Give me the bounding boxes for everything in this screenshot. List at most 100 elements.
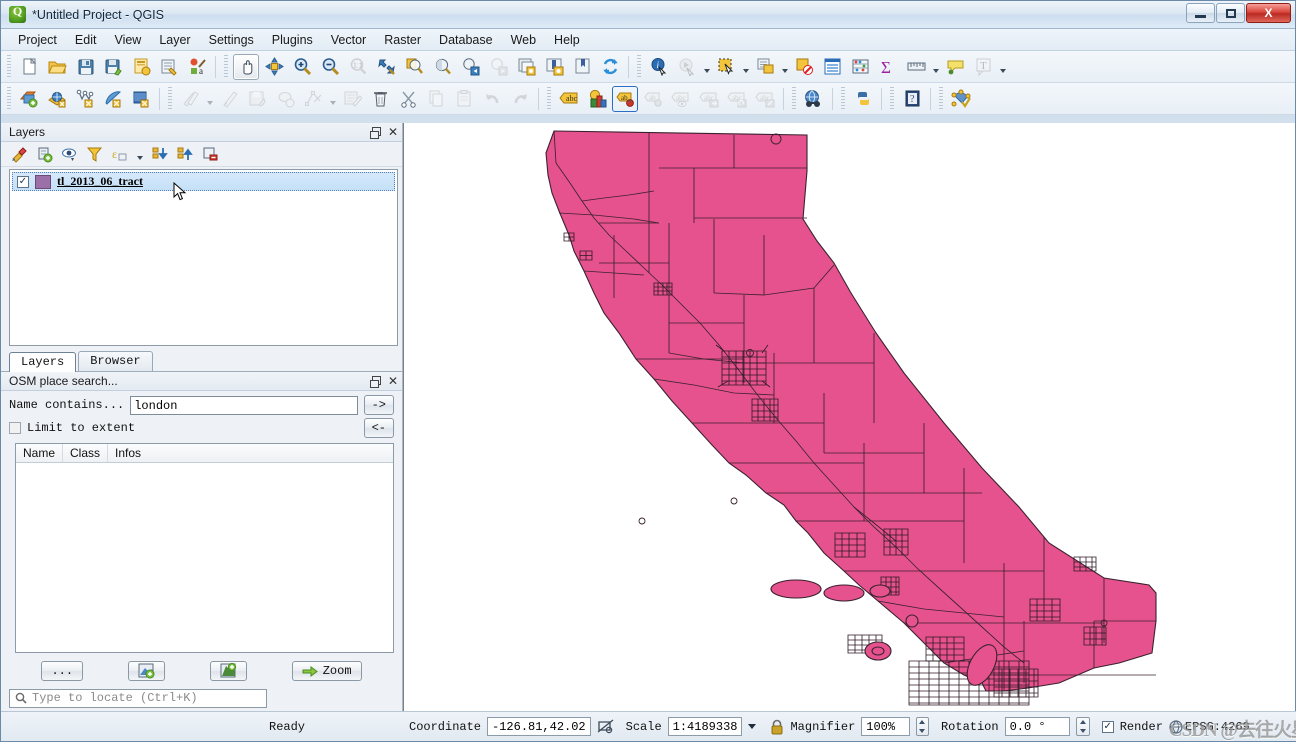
add-vector-layer-icon[interactable]: [16, 86, 42, 112]
delete-selected-icon[interactable]: [367, 86, 393, 112]
map-canvas[interactable]: [403, 123, 1295, 711]
toolbar2-grip[interactable]: [6, 86, 12, 111]
maximize-button[interactable]: [1216, 3, 1245, 23]
undo-icon[interactable]: [479, 86, 505, 112]
add-to-map-button[interactable]: [209, 661, 247, 681]
run-feature-action-icon[interactable]: [674, 54, 700, 80]
measure-dropdown-icon[interactable]: [930, 54, 941, 80]
deselect-features-icon[interactable]: [791, 54, 817, 80]
expand-all-icon[interactable]: [150, 144, 170, 164]
new-3d-map-view-icon[interactable]: [541, 54, 567, 80]
toolbar2-grip-3[interactable]: [546, 86, 552, 111]
label-layer-icon[interactable]: abc: [556, 86, 582, 112]
menu-edit[interactable]: Edit: [66, 31, 106, 49]
open-layer-styling-panel-icon[interactable]: [9, 144, 29, 164]
coordinate-field[interactable]: -126.81,42.02: [487, 717, 591, 736]
menu-view[interactable]: View: [105, 31, 150, 49]
toolbar2-grip-7[interactable]: [938, 86, 944, 111]
layer-visibility-checkbox[interactable]: [17, 175, 29, 188]
tab-browser[interactable]: Browser: [78, 351, 153, 371]
map-tips-icon[interactable]: [942, 54, 968, 80]
select-features-icon[interactable]: [713, 54, 739, 80]
zoom-full-icon[interactable]: [373, 54, 399, 80]
new-map-view-icon[interactable]: [513, 54, 539, 80]
zoom-out-icon[interactable]: [317, 54, 343, 80]
layer-tree-item[interactable]: tl_2013_06_tract: [12, 172, 395, 201]
move-label-icon[interactable]: abc: [696, 86, 722, 112]
collapse-all-icon[interactable]: [175, 144, 195, 164]
vertex-tool-icon[interactable]: [300, 86, 326, 112]
menu-project[interactable]: Project: [9, 31, 66, 49]
zoom-in-icon[interactable]: [289, 54, 315, 80]
column-header-class[interactable]: Class: [63, 444, 109, 462]
modify-attributes-icon[interactable]: [339, 86, 365, 112]
select-by-value-dropdown-icon[interactable]: [779, 54, 790, 80]
add-feature-icon[interactable]: [272, 86, 298, 112]
remove-layer-icon[interactable]: [200, 144, 220, 164]
add-group-icon[interactable]: [34, 144, 54, 164]
new-text-annotation-icon[interactable]: T: [970, 54, 996, 80]
osm-search-input[interactable]: london: [130, 395, 358, 415]
filter-legend-dropdown-icon[interactable]: [134, 141, 145, 167]
toggle-editing-icon[interactable]: [216, 86, 242, 112]
refresh-icon[interactable]: [597, 54, 623, 80]
zoom-next-icon[interactable]: [485, 54, 511, 80]
menu-database[interactable]: Database: [430, 31, 502, 49]
run-feature-action-dropdown-icon[interactable]: [701, 54, 712, 80]
layout-manager-icon[interactable]: [156, 54, 182, 80]
toolbar-grip-3[interactable]: [636, 54, 642, 79]
osm-close-panel-icon[interactable]: ✕: [388, 373, 398, 389]
new-print-layout-icon[interactable]: [128, 54, 154, 80]
save-layer-edits-icon[interactable]: [244, 86, 270, 112]
cut-features-icon[interactable]: [395, 86, 421, 112]
add-delimited-text-layer-icon[interactable]: [72, 86, 98, 112]
zoom-native-icon[interactable]: 1:1: [345, 54, 371, 80]
add-spatialite-layer-icon[interactable]: [128, 86, 154, 112]
more-options-button[interactable]: ...: [41, 661, 84, 681]
menu-web[interactable]: Web: [502, 31, 545, 49]
limit-to-extent-checkbox[interactable]: [9, 422, 21, 434]
show-bookmarks-icon[interactable]: [569, 54, 595, 80]
identify-features-icon[interactable]: i: [646, 54, 672, 80]
scale-dropdown-icon[interactable]: [748, 724, 757, 729]
toolbar2-grip-4[interactable]: [791, 86, 797, 111]
paste-features-icon[interactable]: [451, 86, 477, 112]
close-button[interactable]: X: [1246, 3, 1291, 23]
osm-results-table[interactable]: Name Class Infos: [15, 443, 394, 653]
layer-styling-icon[interactable]: [584, 86, 610, 112]
copy-features-icon[interactable]: [423, 86, 449, 112]
float-panel-icon[interactable]: [369, 124, 381, 140]
current-edits-dropdown-icon[interactable]: [204, 86, 215, 112]
pin-labels-icon[interactable]: ab: [612, 85, 638, 112]
redo-icon[interactable]: [507, 86, 533, 112]
column-header-name[interactable]: Name: [16, 444, 64, 462]
magnifier-field[interactable]: 100%: [861, 717, 910, 736]
toolbar2-grip-2[interactable]: [167, 86, 173, 111]
lock-scale-icon[interactable]: [770, 719, 784, 735]
locator-search-input[interactable]: Type to locate (Ctrl+K): [9, 688, 267, 708]
save-project-icon[interactable]: [72, 54, 98, 80]
manage-layer-visibility-icon[interactable]: [59, 144, 79, 164]
rotation-field[interactable]: 0.0 °: [1004, 717, 1071, 736]
text-annotation-dropdown-icon[interactable]: [997, 54, 1008, 80]
toggle-extents-icon[interactable]: [597, 718, 614, 735]
add-raster-layer-icon[interactable]: [44, 86, 70, 112]
menu-vector[interactable]: Vector: [322, 31, 375, 49]
osm-place-search-icon[interactable]: [948, 86, 974, 112]
help-contents-icon[interactable]: ?: [899, 86, 925, 112]
scale-combo[interactable]: 1:4189338: [667, 717, 743, 736]
measure-line-icon[interactable]: [903, 54, 929, 80]
zoom-layer-icon[interactable]: [429, 54, 455, 80]
render-checkbox[interactable]: [1101, 720, 1114, 733]
menu-settings[interactable]: Settings: [200, 31, 263, 49]
save-results-button[interactable]: [127, 661, 165, 681]
tab-layers[interactable]: Layers: [9, 352, 77, 372]
show-hide-labels-icon[interactable]: abc: [668, 86, 694, 112]
layers-tree[interactable]: tl_2013_06_tract: [9, 169, 398, 346]
metasearch-icon[interactable]: [801, 86, 827, 112]
field-calculator-icon[interactable]: [847, 54, 873, 80]
filter-legend-expression-icon[interactable]: ε: [109, 144, 129, 164]
change-label-icon[interactable]: abc: [752, 86, 778, 112]
toolbar-grip[interactable]: [6, 54, 12, 79]
rotate-label-icon[interactable]: abc: [724, 86, 750, 112]
